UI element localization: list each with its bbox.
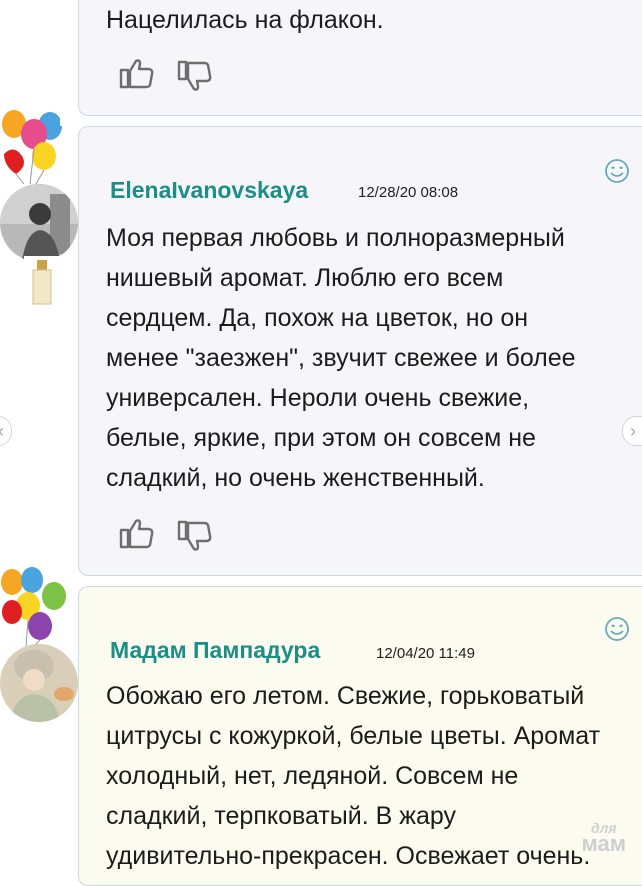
comment-line: менее "заезжен", звучит свежее и более <box>106 344 576 372</box>
watermark: для мам <box>581 820 627 856</box>
comment-line: сердцем. Да, похож на цветок, но он <box>106 304 529 332</box>
comment-line: Моя первая любовь и полноразмерный <box>106 224 565 252</box>
comment-line: цитрусы с кожуркой, белые цветы. Аромат <box>106 722 601 750</box>
balloons-icon <box>1 567 66 646</box>
watermark-line: мам <box>581 831 627 856</box>
comment-line: Обожаю его летом. Свежие, горьковатый <box>106 682 585 710</box>
comment-line: универсален. Нероли очень свежие, <box>106 384 530 412</box>
thumbs-down-icon[interactable] <box>176 58 216 94</box>
comment-line: нишевый аромат. Люблю его всем <box>106 264 504 292</box>
avatar[interactable] <box>0 184 78 262</box>
comment-line: удивительно-прекрасен. Освежает очень. <box>106 842 591 870</box>
comment-text: Нацелилась на флакон. <box>106 6 384 34</box>
comment-line: сладкий, но очень женственный. <box>106 464 485 492</box>
prev-arrow[interactable]: ‹ <box>0 416 12 446</box>
divider <box>60 116 642 126</box>
comment-line: белые, яркие, при этом он совсем не <box>106 424 536 452</box>
avatar-photo <box>0 184 78 262</box>
comment-author[interactable]: ElenaIvanovskaya <box>110 177 308 204</box>
thumbs-up-icon[interactable] <box>118 516 158 552</box>
comment-line: сладкий, терпковатый. В жару <box>106 802 456 830</box>
comment-author[interactable]: Мадам Пампадура <box>110 637 320 664</box>
thumbs-up-icon[interactable] <box>118 56 158 92</box>
avatar-photo <box>0 644 78 722</box>
divider <box>60 576 642 586</box>
avatar[interactable] <box>0 644 78 722</box>
comment-date: 12/04/20 11:49 <box>376 645 475 662</box>
smiley-icon[interactable] <box>604 158 630 184</box>
comment-line: холодный, нет, ледяной. Совсем не <box>106 762 519 790</box>
next-arrow[interactable]: › <box>622 416 642 446</box>
comment-date: 12/28/20 08:08 <box>358 184 459 201</box>
perfume-bottle-icon <box>24 256 60 308</box>
thumbs-down-icon[interactable] <box>176 518 216 554</box>
smiley-icon[interactable] <box>604 616 630 642</box>
